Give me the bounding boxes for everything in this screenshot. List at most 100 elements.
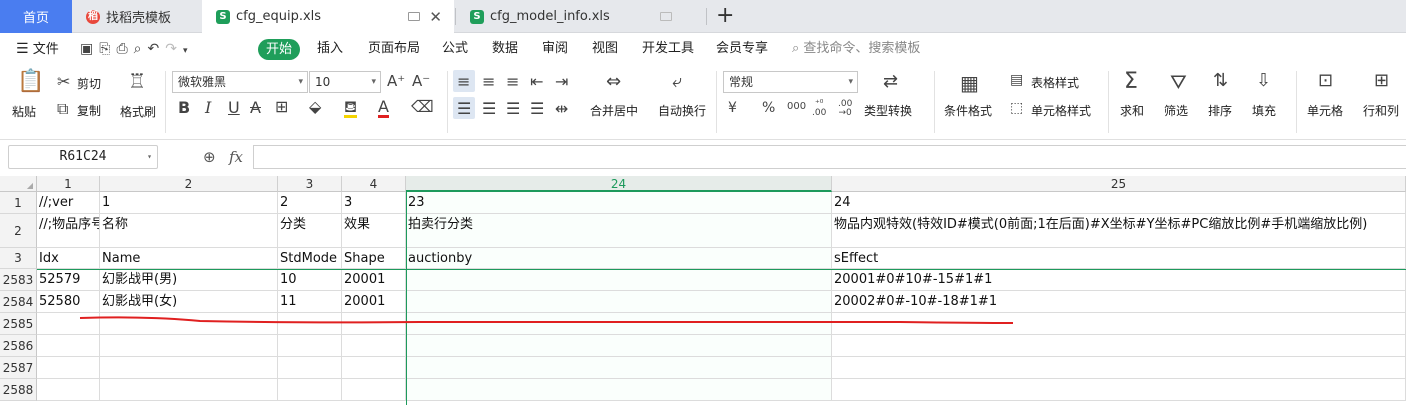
redo-icon[interactable]: ↷ [165, 41, 183, 57]
tab-review[interactable]: 审阅 [542, 33, 568, 65]
tab-formulas[interactable]: 公式 [442, 33, 468, 65]
file-menu[interactable]: ☰ 文件 [16, 33, 59, 65]
fill-icon[interactable]: ⇩ [1256, 72, 1271, 90]
border-icon[interactable]: ⊞ [275, 99, 288, 115]
clear-format-icon[interactable]: ⌫ [411, 99, 434, 115]
align-right-icon[interactable]: ☰ [506, 101, 520, 117]
align-left-icon[interactable]: ☰ [457, 101, 471, 117]
special-format-icon[interactable]: ⬙ [309, 99, 321, 115]
wrap-text-button[interactable]: 自动换行 [658, 102, 706, 119]
justify-icon[interactable]: ☰ [530, 101, 544, 117]
sum-button[interactable]: 求和 [1120, 102, 1144, 119]
cell-style-icon[interactable]: ⬚ [1010, 101, 1023, 115]
underline-icon[interactable]: U [228, 100, 240, 116]
new-tab-button[interactable]: + [716, 3, 734, 29]
ribbon-divider [1296, 71, 1297, 133]
formula-bar: R61C24 ▾ ⊕ fx [0, 140, 1406, 176]
format-painter-icon[interactable]: ♖ [128, 71, 146, 91]
row-col-button[interactable]: 行和列 [1363, 102, 1399, 119]
bold-icon[interactable]: B [178, 100, 190, 116]
tab-template[interactable]: 稻 找稻壳模板 [72, 0, 202, 33]
screen-icon[interactable] [660, 12, 672, 21]
paste-button[interactable]: 粘贴 [12, 103, 36, 120]
fill-color-icon[interactable]: ⛾ [344, 99, 358, 118]
sum-icon[interactable]: Σ [1124, 71, 1138, 93]
merge-center-button[interactable]: 合并居中 [590, 102, 638, 119]
font-color-icon[interactable]: A [378, 99, 389, 118]
tab-view[interactable]: 视图 [592, 33, 618, 65]
shrink-font-icon[interactable]: A⁻ [412, 74, 430, 89]
merge-center-icon[interactable]: ⇔ [606, 73, 621, 91]
tab-data[interactable]: 数据 [492, 33, 518, 65]
command-search[interactable]: ⌕ 查找命令、搜索模板 [792, 33, 920, 65]
cell-style-button[interactable]: 单元格样式 [1031, 102, 1091, 119]
tab-template-label: 找稻壳模板 [106, 11, 172, 26]
wrap-text-icon[interactable]: ⤶ [672, 73, 682, 91]
tab-member[interactable]: 会员专享 [716, 33, 768, 65]
type-convert-button[interactable]: 类型转换 [864, 102, 912, 119]
row-col-icon[interactable]: ⊞ [1374, 72, 1389, 90]
ribbon-divider [934, 71, 935, 133]
filter-button[interactable]: 筛选 [1164, 102, 1188, 119]
spreadsheet-icon: S [216, 9, 230, 24]
font-size-select[interactable]: 10 ▾ [309, 71, 381, 93]
percent-icon[interactable]: % [762, 101, 775, 115]
save-icon[interactable]: ▣ [80, 41, 99, 57]
tab-cfg-model-info[interactable]: S cfg_model_info.xls [456, 0, 706, 33]
align-middle-icon[interactable]: ≡ [482, 74, 495, 90]
name-box[interactable]: R61C24 ▾ [8, 145, 158, 169]
fx-icon[interactable]: fx [229, 148, 243, 166]
copy-icon[interactable]: ⧉ [57, 101, 68, 117]
tab-developer[interactable]: 开发工具 [642, 33, 694, 65]
italic-icon[interactable]: I [205, 100, 211, 116]
sort-button[interactable]: 排序 [1208, 102, 1232, 119]
cell-button[interactable]: 单元格 [1307, 102, 1343, 119]
cell-icon[interactable]: ⊡ [1318, 72, 1333, 90]
print-preview-icon[interactable]: ⌕ [134, 41, 148, 57]
align-top-icon[interactable]: ≡ [457, 74, 470, 90]
format-painter-button[interactable]: 格式刷 [120, 103, 156, 120]
outdent-icon[interactable]: ⇤ [530, 74, 543, 90]
paste-icon[interactable]: 📋 [17, 71, 44, 93]
type-convert-icon[interactable]: ⇄ [883, 73, 898, 91]
cut-button[interactable]: 剪切 [77, 75, 101, 92]
align-center-icon[interactable]: ☰ [482, 101, 496, 117]
table-style-button[interactable]: 表格样式 [1031, 74, 1079, 91]
tab-insert[interactable]: 插入 [317, 33, 343, 65]
font-name-value: 微软雅黑 [178, 75, 227, 89]
font-name-select[interactable]: 微软雅黑 ▾ [172, 71, 308, 93]
conditional-format-button[interactable]: 条件格式 [944, 102, 992, 119]
tab-page-layout[interactable]: 页面布局 [368, 33, 420, 65]
tab-start[interactable]: 开始 [258, 39, 300, 60]
decrease-decimal-icon[interactable]: .00 →0 [838, 100, 852, 118]
undo-icon[interactable]: ↶ [147, 41, 165, 57]
filter-icon[interactable]: ⛛ [1170, 72, 1187, 92]
increase-decimal-icon[interactable]: ⁺⁰ .00 [812, 100, 826, 118]
fill-button[interactable]: 填充 [1252, 102, 1276, 119]
currency-icon[interactable]: ¥ [728, 101, 737, 115]
number-format-select[interactable]: 常规 ▾ [723, 71, 858, 93]
conditional-format-icon[interactable]: ▦ [960, 73, 979, 93]
close-icon[interactable]: ✕ [429, 8, 442, 26]
grow-font-icon[interactable]: A⁺ [387, 74, 405, 89]
strikethrough-icon[interactable]: A [250, 100, 261, 116]
screen-icon[interactable] [408, 12, 420, 21]
copy-button[interactable]: 复制 [77, 102, 101, 119]
export-pdf-icon[interactable]: ⎘ [99, 41, 116, 57]
docer-logo-icon: 稻 [86, 9, 100, 24]
more-dropdown-icon[interactable]: ▾ [183, 46, 194, 56]
zoom-icon[interactable]: ⊕ [203, 148, 216, 166]
table-style-icon[interactable]: ▤ [1010, 73, 1023, 87]
align-bottom-icon[interactable]: ≡ [506, 74, 519, 90]
sort-icon[interactable]: ⇅ [1213, 72, 1228, 90]
print-icon[interactable]: ⎙ [116, 41, 133, 57]
distribute-icon[interactable]: ⇹ [555, 101, 568, 117]
tab-divider [706, 8, 707, 25]
tab-cfg-equip[interactable]: S cfg_equip.xls ✕ [202, 0, 454, 33]
formula-input[interactable] [253, 145, 1406, 169]
cut-icon[interactable]: ✂ [57, 74, 70, 90]
tab-home[interactable]: 首页 [0, 0, 72, 33]
chevron-down-icon: ▾ [371, 77, 376, 87]
indent-icon[interactable]: ⇥ [555, 74, 568, 90]
thousands-icon[interactable]: 000 [787, 102, 806, 112]
